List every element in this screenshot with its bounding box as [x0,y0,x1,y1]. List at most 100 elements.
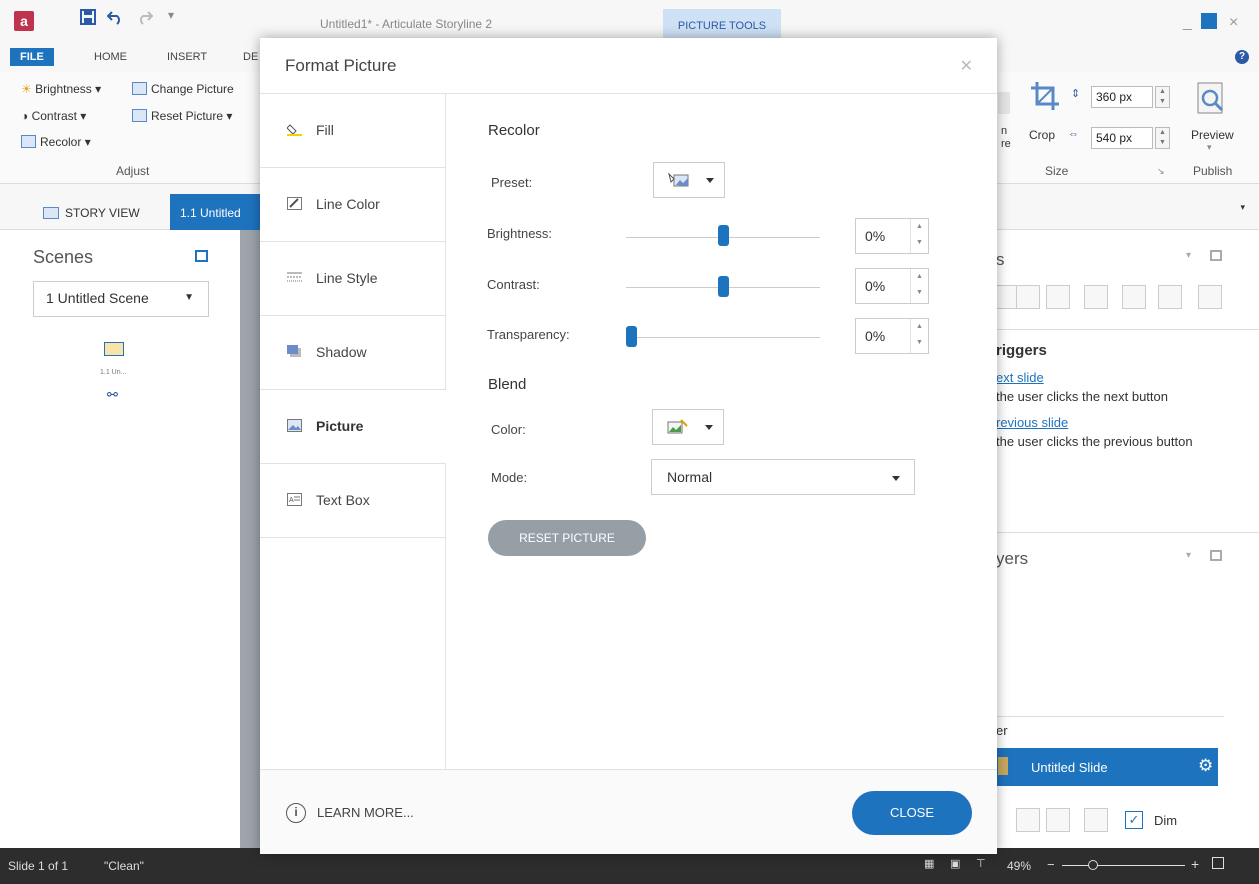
transparency-slider[interactable] [626,337,820,338]
zoom-in-icon[interactable]: + [1191,856,1199,872]
redo-icon[interactable] [137,9,154,30]
nav-label: Text Box [316,492,370,508]
preview-view-icon[interactable]: ⊤ [976,857,986,870]
size-dialog-launcher-icon[interactable]: ↘ [1157,166,1165,177]
change-picture-icon [132,82,147,95]
height-spinner[interactable]: ▲ ▼ [1155,86,1170,108]
transparency-spinner[interactable]: ▲ ▼ [910,319,928,353]
layer-row-base[interactable]: Untitled Slide ⚙ [996,748,1218,786]
tab-insert[interactable]: INSERT [167,51,207,63]
tab-home[interactable]: HOME [94,51,127,63]
link-icon: ⚯ [107,387,118,402]
undo-icon[interactable] [106,9,123,30]
contrast-dropdown[interactable]: ◑ Contrast ▾ [21,109,86,123]
variables-icon[interactable] [1198,285,1222,309]
width-input[interactable]: 540 px [1091,127,1153,149]
partial-ribbon-icon[interactable] [998,92,1010,114]
brightness-spinner[interactable]: ▲ ▼ [910,219,928,253]
fit-to-window-icon[interactable] [1212,857,1224,869]
restore-panel-icon[interactable] [1210,550,1222,561]
blend-color-dropdown[interactable] [652,409,724,445]
slide-canvas-area[interactable] [240,230,260,848]
delete-layer-icon[interactable] [1084,808,1108,832]
tab-story-view[interactable]: STORY VIEW [33,194,150,230]
contrast-input[interactable]: 0% ▲ ▼ [855,268,929,304]
move-up-icon[interactable] [1122,285,1146,309]
triggers-panel-title: s [996,250,1005,269]
restore-panel-icon[interactable] [1210,250,1222,261]
zoom-slider-thumb[interactable] [1088,860,1098,870]
change-picture-button[interactable]: Change Picture [132,82,234,96]
copy-layer-icon[interactable] [1016,808,1040,832]
recolor-dropdown[interactable]: Recolor ▾ [21,135,91,149]
nav-item-shadow[interactable]: Shadow [260,316,446,390]
triggers-heading: riggers [996,342,1047,359]
minimize-button[interactable]: _ [1183,14,1192,32]
contrast-slider-thumb[interactable] [717,276,729,297]
slide-view-icon[interactable]: ▣ [950,857,960,870]
preview-button[interactable] [1197,82,1227,119]
reset-picture-dropdown[interactable]: Reset Picture ▾ [132,109,232,123]
nav-item-fill[interactable]: Fill [260,94,446,168]
scene-select[interactable]: 1 Untitled Scene ▼ [33,281,209,317]
paste-icon[interactable] [1046,285,1070,309]
nav-item-line-color[interactable]: Line Color [260,168,446,242]
save-icon[interactable] [80,9,96,30]
tab-slide[interactable]: 1.1 Untitled [170,194,270,230]
normal-view-icon[interactable]: ▦ [924,857,934,870]
transparency-slider-thumb[interactable] [626,326,637,347]
transparency-input[interactable]: 0% ▲ ▼ [855,318,929,354]
contrast-spinner[interactable]: ▲ ▼ [910,269,928,303]
customize-toolbar-icon[interactable]: ▾ [168,8,174,22]
chevron-down-icon[interactable]: ▾ [1240,202,1245,213]
restore-panel-icon[interactable] [195,250,208,262]
color-picker-icon [667,419,688,434]
close-button[interactable]: CLOSE [852,791,972,835]
trigger-previous-slide-link[interactable]: revious slide [996,415,1068,430]
layer-name: Untitled Slide [1031,760,1108,775]
layers-panel-title: yers [996,549,1029,568]
copy-icon[interactable] [1016,285,1040,309]
brightness-input[interactable]: 0% ▲ ▼ [855,218,929,254]
gear-icon[interactable]: ⚙ [1198,756,1213,776]
picture-tools-tab[interactable]: PICTURE TOOLS [663,9,781,39]
storyline-logo-icon[interactable]: a [14,11,34,31]
zoom-slider[interactable] [1062,865,1185,866]
chevron-down-icon[interactable]: ▾ [1186,550,1191,561]
format-picture-dialog: Format Picture ✕ Fill Line Color Line St… [260,38,997,854]
shadow-icon [287,345,301,357]
chevron-down-icon [706,178,714,183]
learn-more-link[interactable]: LEARN MORE... [317,805,414,820]
move-down-icon[interactable] [1158,285,1182,309]
nav-item-text-box[interactable]: A Text Box [260,464,446,538]
crop-button[interactable] [1029,80,1061,115]
info-icon[interactable]: i [286,803,306,823]
zoom-out-icon[interactable]: − [1047,857,1055,872]
contrast-label: Contrast: [487,277,540,292]
nav-item-picture[interactable]: Picture [260,390,446,464]
height-input[interactable]: 360 px [1091,86,1153,108]
close-window-button[interactable]: × [1229,14,1238,32]
paste-layer-icon[interactable] [1046,808,1070,832]
slide-thumbnail[interactable] [104,342,124,356]
trigger-next-slide-link[interactable]: ext slide [996,370,1044,385]
close-icon[interactable]: ✕ [960,56,973,76]
chevron-down-icon[interactable]: ▾ [1186,250,1191,261]
dim-label: Dim [1154,813,1178,828]
width-spinner[interactable]: ▲ ▼ [1155,127,1170,149]
tab-design-partial[interactable]: DE [243,51,258,63]
preset-dropdown[interactable] [653,162,725,198]
brightness-dropdown[interactable]: ☀ Brightness ▾ [21,82,101,96]
brightness-slider-thumb[interactable] [717,225,729,246]
reset-picture-button[interactable]: RESET PICTURE [488,520,646,556]
delete-icon[interactable] [1084,285,1108,309]
tab-file[interactable]: FILE [10,48,54,66]
divider [996,329,1259,330]
restore-button[interactable] [1201,13,1217,29]
help-icon[interactable]: ? [1235,50,1249,64]
dim-checkbox[interactable]: ✓ [1125,811,1143,829]
recolor-icon [21,135,36,148]
blend-mode-select[interactable]: Normal [651,459,915,495]
chevron-down-icon[interactable]: ▾ [1207,142,1212,153]
nav-item-line-style[interactable]: Line Style [260,242,446,316]
